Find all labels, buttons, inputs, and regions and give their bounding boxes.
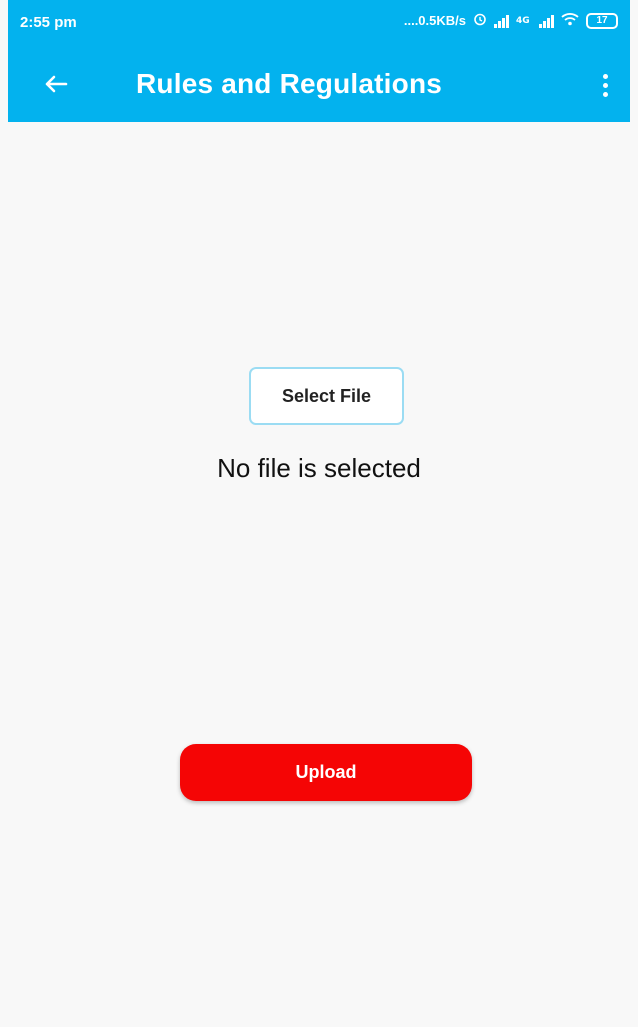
more-vert-icon-dot <box>602 73 608 79</box>
signal-icon <box>494 14 509 28</box>
network-speed: ....0.5KB/s <box>403 13 466 28</box>
more-vert-icon-dot <box>602 82 608 88</box>
more-vert-icon-dot <box>602 91 608 97</box>
back-button[interactable] <box>40 68 72 100</box>
upload-button[interactable]: Upload <box>180 744 472 801</box>
svg-text:4G: 4G <box>516 16 530 26</box>
left-edge <box>0 0 8 1027</box>
app-bar: Rules and Regulations <box>8 46 630 122</box>
arrow-left-icon <box>45 75 68 93</box>
select-file-button[interactable]: Select File <box>249 367 404 425</box>
alarm-icon <box>473 12 487 29</box>
battery-icon: 17 <box>586 12 618 29</box>
status-bar: 2:55 pm ....0.5KB/s 4G 17 <box>8 0 630 46</box>
wifi-icon <box>561 12 579 29</box>
file-status-text: No file is selected <box>217 453 421 483</box>
status-time: 2:55 pm <box>20 14 77 31</box>
status-icons: ....0.5KB/s 4G 17 <box>404 12 618 29</box>
right-edge <box>630 0 638 1027</box>
more-options-button[interactable] <box>596 66 614 104</box>
lte-icon: 4G <box>516 12 532 29</box>
page-title: Rules and Regulations <box>136 68 443 99</box>
signal-icon <box>539 14 554 28</box>
